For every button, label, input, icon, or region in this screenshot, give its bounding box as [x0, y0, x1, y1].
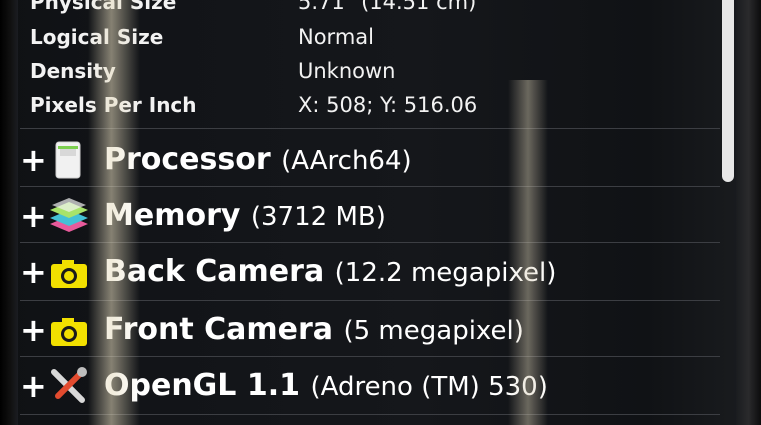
camera-icon — [48, 252, 90, 292]
camera-icon — [48, 310, 90, 350]
tools-icon — [48, 366, 90, 406]
screen-glare — [508, 80, 548, 425]
processor-icon — [48, 140, 90, 180]
section-title: Back Camera (12.2 megapixel) — [104, 252, 556, 293]
expand-plus-icon[interactable]: + — [20, 254, 47, 290]
section-detail: (3712 MB) — [250, 202, 386, 232]
section-title: Memory (3712 MB) — [104, 196, 386, 237]
expand-plus-icon[interactable]: + — [20, 312, 47, 348]
memory-stack-icon — [48, 196, 90, 236]
expand-plus-icon[interactable]: + — [20, 142, 47, 178]
info-value: Unknown — [298, 59, 396, 83]
section-detail: (5 megapixel) — [343, 316, 524, 346]
screen-edge — [0, 0, 18, 425]
section-title: Processor (AArch64) — [104, 140, 412, 181]
section-title: Front Camera (5 megapixel) — [104, 310, 524, 351]
scrollbar[interactable] — [722, 0, 734, 182]
info-value: 5.71" (14.51 cm) — [298, 0, 477, 14]
screen-glare — [88, 0, 140, 425]
expand-plus-icon[interactable]: + — [20, 368, 47, 404]
info-value: Normal — [298, 25, 374, 49]
device-screen: Physical Size 5.71" (14.51 cm) Logical S… — [0, 0, 761, 425]
expand-plus-icon[interactable]: + — [20, 198, 47, 234]
section-title: OpenGL 1.1 (Adreno (TM) 530) — [104, 366, 548, 407]
info-value: X: 508; Y: 516.06 — [298, 93, 478, 117]
device-bezel — [736, 0, 761, 425]
section-detail: (AArch64) — [281, 146, 412, 176]
